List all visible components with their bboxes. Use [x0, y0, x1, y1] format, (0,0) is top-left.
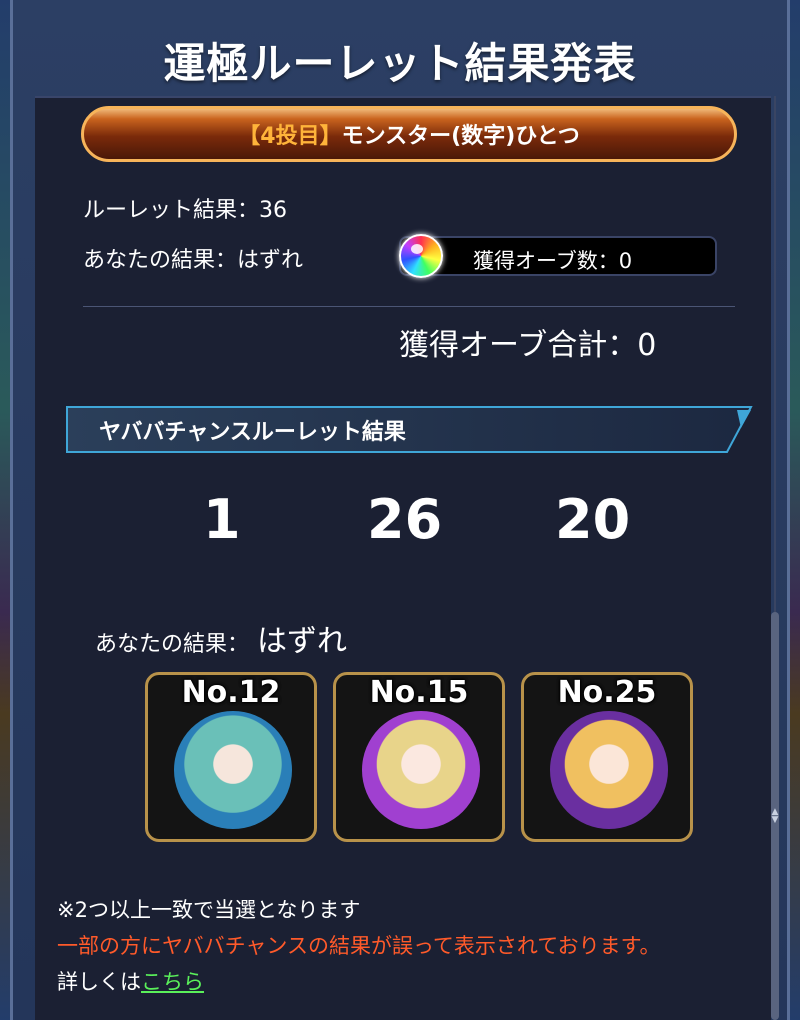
detail-prefix: 詳しくは: [57, 970, 141, 994]
monster-portrait-icon: [174, 711, 292, 829]
monster-card-15: No.15: [333, 672, 505, 842]
orb-count-text: 獲得オーブ数：0: [473, 249, 633, 273]
yababa-number-1: 1: [203, 488, 241, 551]
scroll-grip-icon: ▲ ▼: [771, 807, 779, 825]
monster-number-label: No.15: [369, 675, 469, 710]
rule-note: ※2つ以上一致で当選となります: [57, 898, 361, 922]
yababa-result-value: はずれ: [257, 624, 348, 659]
divider: [83, 306, 735, 307]
monster-portrait-icon: [362, 711, 480, 829]
dialog-title: 運極ルーレット結果発表: [163, 39, 637, 88]
roulette-result-text: ルーレット結果：36: [83, 198, 287, 223]
monster-number-label: No.12: [181, 675, 281, 710]
yababa-number-2: 26: [367, 488, 443, 551]
scrollbar[interactable]: ▲ ▼: [771, 96, 779, 1020]
result-dialog: 運極ルーレット結果発表 【4投目】 モンスター(数字)ひとつ ルーレット結果：3…: [10, 0, 790, 1020]
yababa-number-3: 20: [555, 488, 631, 551]
monster-number-label: No.25: [557, 675, 657, 710]
orb-total-text: 獲得オーブ合計：0: [399, 328, 657, 363]
yababa-section-header: ヤババチャンスルーレット結果: [65, 404, 755, 456]
throw-banner: 【4投目】 モンスター(数字)ひとつ: [81, 106, 737, 162]
yababa-your-result: あなたの結果： はずれ: [95, 616, 347, 660]
orb-count-box: 獲得オーブ数：0: [399, 234, 717, 278]
warning-note: 一部の方にヤババチャンスの結果が誤って表示されております。: [57, 934, 661, 958]
rainbow-orb-icon: [399, 234, 443, 278]
yababa-result-label: あなたの結果：: [95, 632, 250, 657]
section-header-label: ヤババチャンスルーレット結果: [99, 420, 406, 445]
monster-portrait-icon: [550, 711, 668, 829]
monster-card-12: No.12: [145, 672, 317, 842]
detail-note: 詳しくはこちら: [57, 966, 204, 996]
throw-tag: 【4投目】: [238, 124, 342, 149]
detail-link[interactable]: こちら: [141, 970, 204, 994]
your-result-text: あなたの結果：はずれ: [83, 248, 304, 273]
throw-condition: モンスター(数字)ひとつ: [341, 124, 580, 149]
result-panel[interactable]: 【4投目】 モンスター(数字)ひとつ ルーレット結果：36 あなたの結果： はずれ…: [35, 96, 771, 1020]
monster-card-25: No.25: [521, 672, 693, 842]
